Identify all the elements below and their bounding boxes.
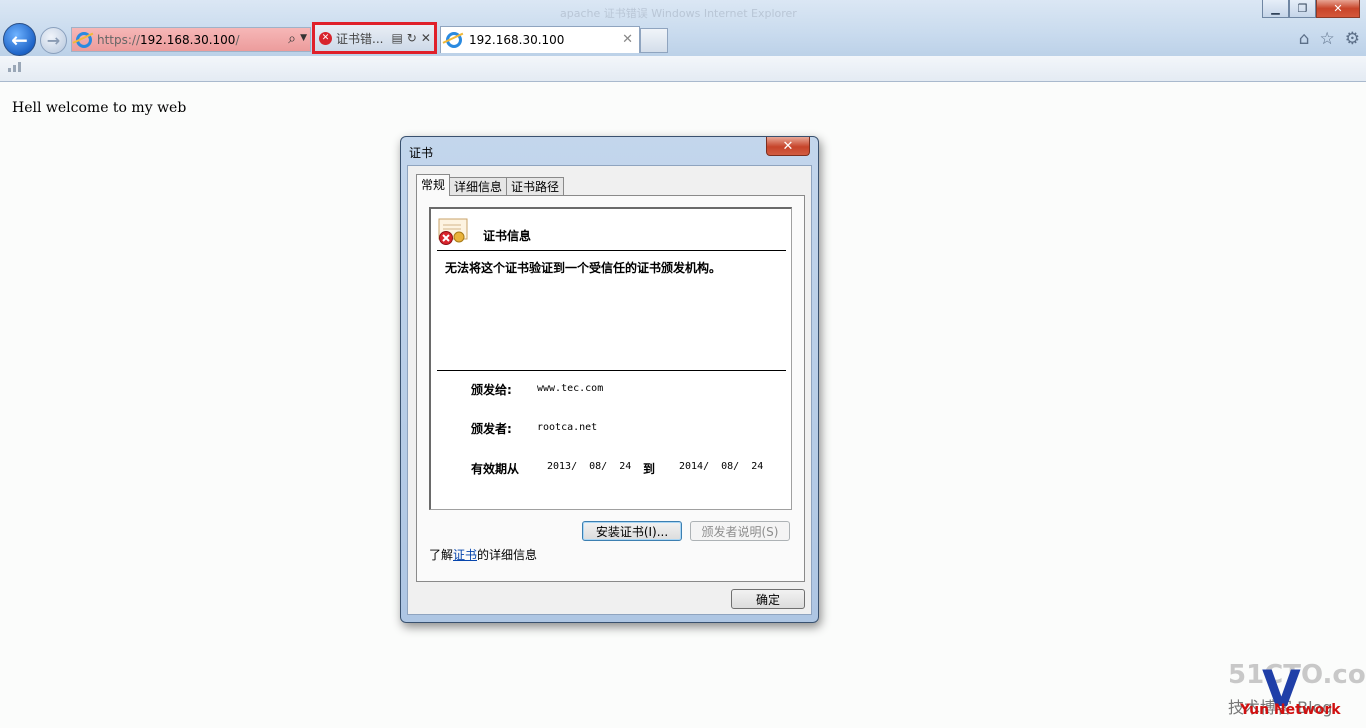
error-icon: ✕ bbox=[319, 31, 332, 45]
url-tail: / bbox=[235, 32, 240, 47]
certificate-info-box: 证书信息 无法将这个证书验证到一个受信任的证书颁发机构。 颁发给: www.te… bbox=[429, 207, 792, 510]
general-tab-panel: 证书信息 无法将这个证书验证到一个受信任的证书颁发机构。 颁发给: www.te… bbox=[416, 195, 805, 582]
learn-more-text: 了解证书的详细信息 bbox=[429, 546, 537, 563]
search-icon[interactable]: ⌕ bbox=[288, 31, 296, 47]
ie-icon bbox=[76, 31, 92, 48]
divider bbox=[437, 250, 786, 251]
window-title: apache 证书错误 Windows Internet Explorer bbox=[560, 7, 797, 20]
dialog-tabs: 常规 详细信息 证书路径 bbox=[416, 174, 565, 196]
browser-titlebar: apache 证书错误 Windows Internet Explorer ▁ … bbox=[0, 0, 1366, 56]
valid-from-value: 2013/ 08/ 24 bbox=[547, 461, 632, 472]
tools-gear-icon[interactable]: ⚙ bbox=[1345, 29, 1360, 49]
back-arrow-icon: ← bbox=[11, 27, 28, 52]
tab-certification-path[interactable]: 证书路径 bbox=[506, 177, 565, 196]
install-certificate-button[interactable]: 安装证书(I)... bbox=[582, 521, 682, 541]
validity-label: 有效期从 bbox=[471, 462, 520, 476]
window-close-button[interactable]: ✕ bbox=[1316, 0, 1360, 18]
window-controls: ▁ ❐ ✕ bbox=[1262, 0, 1360, 18]
validity-to-label: 到 bbox=[643, 462, 656, 476]
learn-more-prefix: 了解 bbox=[429, 548, 454, 562]
certificate-link[interactable]: 证书 bbox=[453, 548, 477, 562]
ok-button[interactable]: 确定 bbox=[731, 589, 805, 609]
command-bar bbox=[0, 56, 1366, 82]
refresh-icon[interactable]: ↻ bbox=[407, 31, 417, 45]
issuer-statement-button: 颁发者说明(S) bbox=[690, 521, 790, 541]
ie-icon bbox=[446, 32, 462, 48]
learn-more-suffix: 的详细信息 bbox=[477, 548, 538, 562]
forward-arrow-icon: → bbox=[46, 31, 61, 50]
watermark-bottom: Yun Network bbox=[1240, 702, 1341, 718]
page-text: Hell welcome to my web bbox=[12, 100, 187, 116]
dialog-close-button[interactable]: ✕ bbox=[766, 137, 810, 156]
issued-to-value: www.tec.com bbox=[537, 383, 604, 394]
certificate-error-icon bbox=[438, 218, 468, 245]
favorites-icon[interactable]: ☆ bbox=[1320, 29, 1335, 49]
certificate-warning: 无法将这个证书验证到一个受信任的证书颁发机构。 bbox=[445, 261, 722, 275]
divider bbox=[437, 370, 786, 371]
url-scheme: https:// bbox=[97, 32, 141, 47]
home-icon[interactable]: ⌂ bbox=[1299, 29, 1310, 49]
dialog-body: 常规 详细信息 证书路径 证书信息 无法将这个证书验证到一个受信任的证书颁发机构… bbox=[407, 165, 812, 615]
address-bar[interactable]: https:// 192.168.30.100 / ⌕ ▼ bbox=[71, 27, 311, 52]
dropdown-icon[interactable]: ▼ bbox=[300, 33, 307, 43]
certificate-error-button[interactable]: ✕ 证书错... ▤ ↻ ✕ bbox=[312, 22, 437, 54]
minimize-button[interactable]: ▁ bbox=[1262, 0, 1289, 18]
valid-to-value: 2014/ 08/ 24 bbox=[679, 461, 764, 472]
tab-192-168-30-100[interactable]: 192.168.30.100 ✕ bbox=[440, 26, 640, 53]
maximize-button[interactable]: ❐ bbox=[1289, 0, 1316, 18]
back-button[interactable]: ← bbox=[3, 23, 36, 56]
tab-details[interactable]: 详细信息 bbox=[449, 177, 508, 196]
watermark-logo: 51CTO.com 技术博客 Blog V Yun Network bbox=[1228, 660, 1366, 718]
issued-to-label: 颁发给: bbox=[471, 383, 512, 397]
certificate-error-label: 证书错... bbox=[336, 31, 384, 46]
url-host: 192.168.30.100 bbox=[140, 32, 236, 47]
tab-general[interactable]: 常规 bbox=[416, 174, 451, 196]
tab-close-icon[interactable]: ✕ bbox=[622, 32, 633, 47]
issued-by-label: 颁发者: bbox=[471, 422, 512, 436]
dialog-title: 证书 bbox=[409, 146, 434, 160]
tab-label: 192.168.30.100 bbox=[469, 33, 565, 47]
stop-icon[interactable]: ✕ bbox=[421, 31, 431, 45]
issued-by-value: rootca.net bbox=[537, 422, 598, 433]
compat-view-icon[interactable]: ▤ bbox=[391, 31, 402, 45]
toolbar-icons: ⌂ ☆ ⚙ bbox=[1299, 29, 1360, 49]
certificate-dialog: 证书 ✕ 常规 详细信息 证书路径 证书信息 无法将这个证书验证到一个受信任的证… bbox=[400, 136, 819, 623]
certificate-info-heading: 证书信息 bbox=[483, 229, 532, 243]
new-tab-button[interactable] bbox=[640, 28, 668, 53]
forward-button[interactable]: → bbox=[40, 27, 67, 54]
feed-icon[interactable] bbox=[8, 62, 21, 72]
